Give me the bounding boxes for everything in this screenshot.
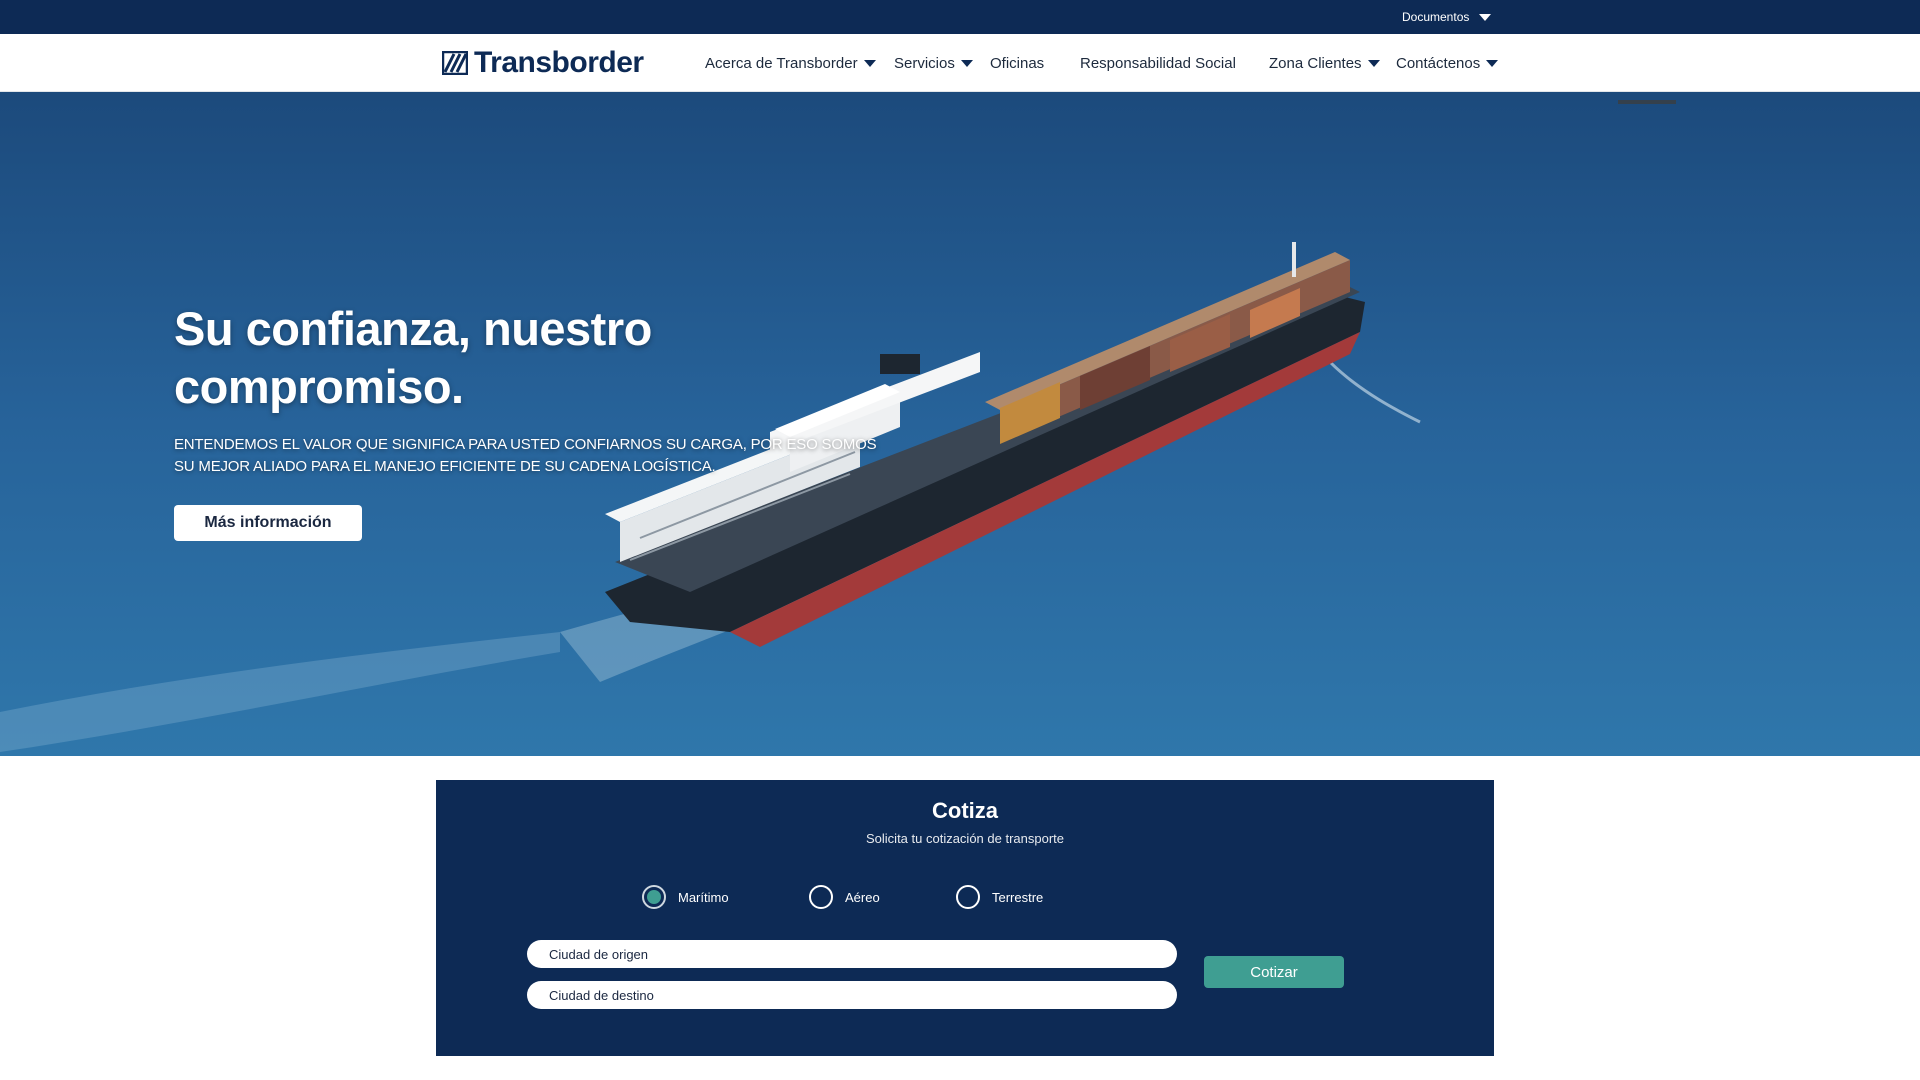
radio-aereo[interactable]: Aéreo [809,884,880,910]
top-utility-bar: Documentos [0,0,1920,34]
origin-city-input[interactable] [527,940,1177,968]
nav-item-responsabilidad-social[interactable]: Responsabilidad Social [1080,34,1236,92]
brand-name: Transborder [474,46,644,79]
quote-panel: Cotiza Solicita tu cotización de transpo… [436,780,1494,1056]
nav-item-label: Contáctenos [1396,54,1481,72]
chevron-down-icon [863,59,876,67]
chevron-down-icon [1367,59,1380,67]
hero-subtitle: Entendemos el valor que significa para u… [174,436,877,475]
radio-label: Aéreo [845,889,880,905]
chevron-down-icon [1479,13,1492,21]
quote-subtitle: Solicita tu cotización de transporte [866,831,1064,846]
more-info-button[interactable]: Más información [174,505,362,541]
chevron-down-icon [960,59,973,67]
nav-item-label: Responsabilidad Social [1080,54,1236,72]
nav-item-label: Servicios [894,54,955,72]
main-navbar: Transborder Acerca de Transborder Servic… [0,34,1920,92]
nav-item-oficinas[interactable]: Oficinas [990,34,1044,92]
nav-item-label: Acerca de Transborder [705,54,858,72]
hero-banner: Su confianza, nuestro compromiso. Entend… [0,92,1920,756]
radio-button-icon[interactable] [956,885,980,909]
chevron-down-icon [1486,59,1499,67]
container-ship-image [0,92,1920,756]
nav-item-acerca[interactable]: Acerca de Transborder [705,34,876,92]
nav-item-servicios[interactable]: Servicios [894,34,973,92]
nav-item-label: Zona Clientes [1269,54,1362,72]
destination-city-input[interactable] [527,981,1177,1009]
nav-item-contactenos[interactable]: Contáctenos [1396,34,1499,92]
logo-mark-icon [442,51,468,75]
documents-label: Documentos [1402,10,1470,24]
brand-logo[interactable]: Transborder [442,46,644,80]
radio-button-checked-icon[interactable] [642,885,666,909]
hero-title: Su confianza, nuestro compromiso. [174,302,652,413]
nav-item-zona-clientes[interactable]: Zona Clientes [1269,34,1380,92]
documents-menu[interactable]: Documentos [1402,0,1492,34]
quote-title: Cotiza [932,798,998,823]
cotizar-button[interactable]: Cotizar [1204,956,1344,988]
radio-maritimo[interactable]: Marítimo [642,884,729,910]
radio-terrestre[interactable]: Terrestre [956,884,1043,910]
radio-button-icon[interactable] [809,885,833,909]
nav-item-label: Oficinas [990,54,1045,72]
radio-label: Marítimo [678,889,729,905]
radio-label: Terrestre [992,889,1044,905]
